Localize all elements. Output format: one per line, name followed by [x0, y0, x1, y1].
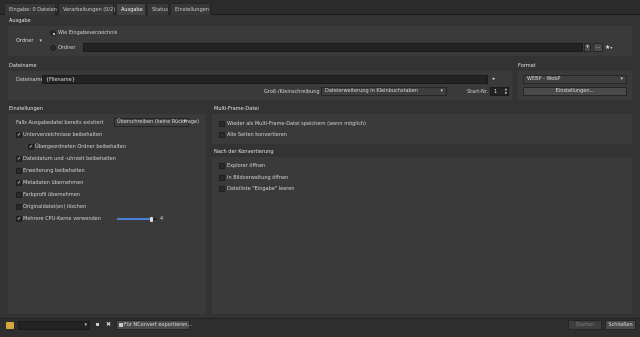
format-select-value: WEBP - WebP	[527, 76, 561, 82]
open-explorer-label: Explorer öffnen	[227, 163, 266, 169]
tab-ausgabe[interactable]: Ausgabe	[116, 3, 146, 15]
multi-cpu-label: Mehrere CPU-Kerne verwenden	[23, 216, 101, 222]
keep-datetime-label: Dateidatum und -uhrzeit beibehalten	[23, 156, 116, 162]
chevron-down-icon: ▾	[39, 38, 42, 44]
start-number-label: Start-Nr.	[467, 89, 488, 95]
tab-status[interactable]: Status	[147, 3, 169, 15]
checkbox-open-explorer[interactable]	[219, 163, 225, 169]
output-mode-label: Ordner	[16, 38, 34, 44]
format-title: Format	[518, 63, 536, 69]
tab-einstellungen[interactable]: Einstellungen	[170, 3, 211, 15]
cpu-count-value: 4	[160, 216, 164, 222]
preset-select[interactable]: ▾	[18, 321, 90, 330]
tab-bar: Eingabe: 0 Dateien Verarbeitungen (0/2) …	[0, 0, 640, 15]
output-mode-select[interactable]: Ordner ▾	[14, 38, 44, 47]
chevron-down-icon: ▾	[440, 88, 443, 94]
checkbox-clear-input-list[interactable]	[219, 186, 225, 192]
radio-same-as-input-label: Wie Eingabeverzeichnis	[58, 30, 118, 36]
file-exists-label: Falls Ausgabedatei bereits existiert	[16, 120, 104, 126]
cpu-slider[interactable]	[117, 216, 157, 222]
arrow-right-icon: ▸	[492, 76, 496, 82]
start-button[interactable]: Starten	[568, 320, 602, 330]
delete-icon[interactable]: ✖	[105, 321, 112, 329]
radio-same-as-input[interactable]	[50, 30, 56, 36]
format-select[interactable]: WEBP - WebP ▾	[523, 75, 627, 84]
browse-button[interactable]: …	[593, 43, 603, 52]
filename-input[interactable]: {Filename}	[42, 75, 488, 84]
chevron-down-icon: ▾	[183, 119, 186, 125]
filename-value: {Filename}	[46, 77, 75, 83]
open-browser-label: In Bildverwaltung öffnen	[227, 175, 289, 181]
multiframe-title: Multi-Frame-Datei	[214, 106, 259, 112]
file-exists-value: Überschreiben (keine Rückfrage)	[117, 119, 200, 125]
nachkonv-title: Nach der Konvertierung	[214, 149, 274, 155]
tab-eingabe[interactable]: Eingabe: 0 Dateien	[4, 3, 57, 15]
checkbox-open-browser[interactable]	[219, 175, 225, 181]
favorites-button[interactable]: ★▾	[605, 43, 621, 52]
export-nconvert-button[interactable]: Für NConvert exportieren...	[116, 320, 193, 330]
case-select[interactable]: Dateierweiterung in Kleinbuchstaben ▾	[321, 87, 447, 96]
chevron-down-icon: ▾	[586, 44, 589, 50]
export-nconvert-label: Für NConvert exportieren...	[124, 322, 193, 328]
checkbox-convert-all-pages[interactable]	[219, 132, 225, 138]
chevron-down-icon: ▾	[620, 76, 623, 82]
start-number-value: 1	[494, 89, 498, 95]
chevron-down-icon: ▾	[610, 45, 613, 50]
keep-parent-folder-label: Übergeordneten Ordner beibehalten	[35, 144, 127, 150]
checkbox-keep-datetime[interactable]: ✓	[16, 156, 22, 162]
clear-input-list-label: Dateiliste "Eingabe" leeren	[227, 186, 295, 192]
filename-menu-button[interactable]: ▸	[490, 75, 498, 84]
folder-dropdown-button[interactable]: ▾	[584, 43, 591, 52]
delete-originals-label: Originaldatei(en) löschen	[23, 204, 87, 210]
save-multiframe-label: Wieder als Multi-Frame-Datei speichern (…	[227, 121, 366, 127]
keep-extension-label: Erweiterung beibehalten	[23, 168, 85, 174]
tab-verarbeitungen[interactable]: Verarbeitungen (0/2)	[58, 3, 115, 15]
ausgabe-title: Ausgabe	[9, 18, 31, 24]
ellipsis-icon: …	[595, 44, 601, 50]
cpu-slider-fill	[117, 218, 151, 220]
checkbox-delete-originals[interactable]	[16, 204, 22, 210]
checkbox-copy-metadata[interactable]: ✓	[16, 180, 22, 186]
close-button[interactable]: Schließen	[605, 320, 636, 330]
checkbox-keep-subdirs[interactable]: ✓	[16, 132, 22, 138]
checkbox-copy-color-profile[interactable]	[16, 192, 22, 198]
case-select-value: Dateierweiterung in Kleinbuchstaben	[325, 88, 418, 94]
copy-metadata-label: Metadaten übernehmen	[23, 180, 84, 186]
filename-label: Dateiname	[16, 77, 44, 83]
case-label: Groß-/Kleinschreibung	[264, 89, 320, 95]
save-icon[interactable]: ▪	[94, 321, 101, 329]
file-exists-select[interactable]: Überschreiben (keine Rückfrage) ▾	[114, 118, 199, 127]
einstellungen-title: Einstellungen	[9, 106, 43, 112]
stepper-arrows-icon: ▲ ▼	[504, 87, 507, 95]
checkbox-multi-cpu[interactable]: ✓	[16, 216, 22, 222]
start-number-stepper[interactable]: 1 ▲ ▼	[490, 87, 509, 96]
checkbox-keep-extension[interactable]	[16, 168, 22, 174]
export-icon	[119, 322, 123, 327]
output-folder-input[interactable]	[83, 43, 583, 52]
folder-icon[interactable]	[6, 322, 14, 329]
format-settings-button[interactable]: Einstellungen...	[523, 87, 627, 96]
radio-folder[interactable]	[50, 45, 56, 51]
keep-subdirs-label: Unterverzeichnisse beibehalten	[23, 132, 103, 138]
radio-folder-label: Ordner	[58, 45, 76, 51]
cpu-slider-handle[interactable]	[149, 216, 153, 222]
copy-color-profile-label: Farbprofil übernehmen	[23, 192, 80, 198]
convert-all-pages-label: Alle Seiten konvertieren	[227, 132, 287, 138]
checkbox-save-multiframe[interactable]	[219, 121, 225, 127]
multiframe-panel	[212, 114, 632, 144]
chevron-down-icon: ▾	[84, 322, 87, 328]
checkbox-keep-parent-folder[interactable]: ✓	[28, 144, 34, 150]
dateiname-title: Dateiname	[9, 63, 37, 69]
